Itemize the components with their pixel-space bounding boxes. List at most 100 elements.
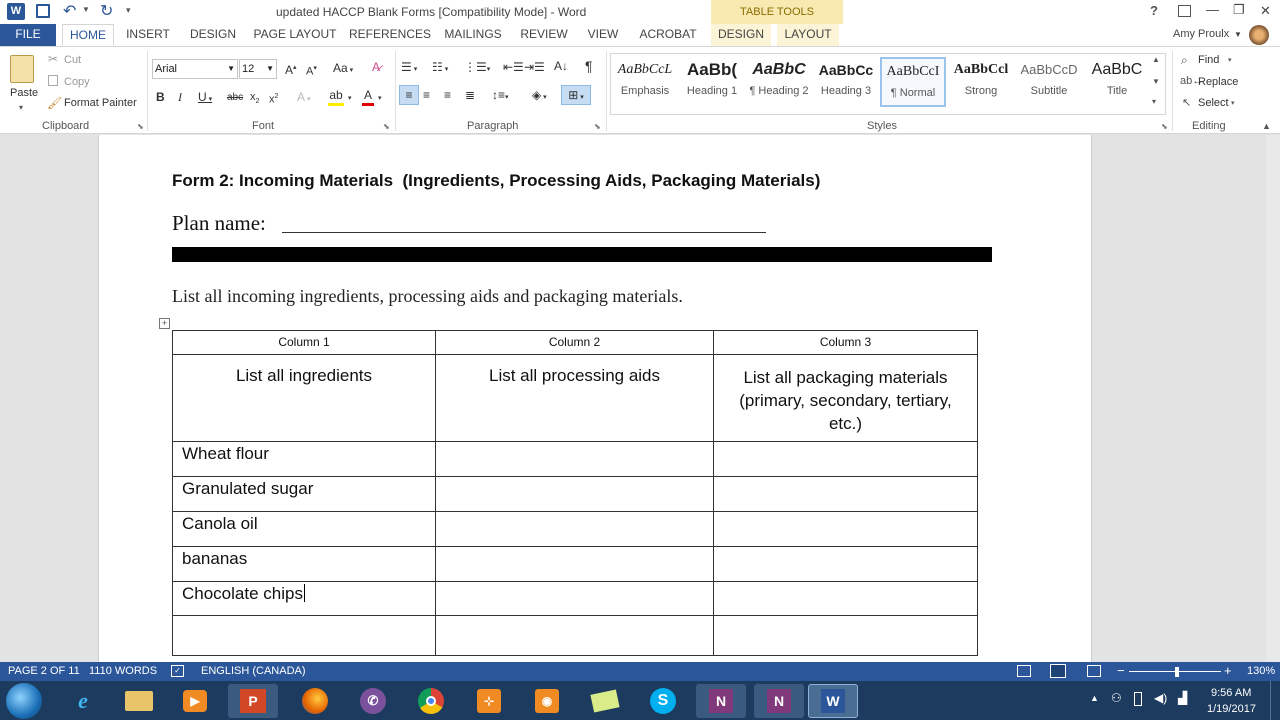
table-cell[interactable] (435, 581, 714, 616)
grow-font-icon[interactable]: A▴ (285, 60, 297, 78)
paste-icon[interactable] (10, 55, 34, 83)
snipping-tool-icon[interactable]: ⊹ (464, 684, 514, 718)
volume-tray-icon[interactable]: ◀) (1154, 691, 1167, 705)
table-cell[interactable]: Granulated sugar (172, 476, 436, 512)
bullets-icon[interactable]: ☰ ▾ (401, 59, 417, 78)
select-dropdown-icon[interactable]: ▾ (1231, 99, 1235, 107)
vertical-scrollbar[interactable] (1266, 135, 1280, 662)
camera-app-icon[interactable]: ◉ (522, 684, 572, 718)
network-tray-icon[interactable]: ⚇ (1111, 691, 1122, 705)
restore-button[interactable]: ❐ (1233, 2, 1245, 18)
print-layout-icon[interactable] (1050, 664, 1066, 678)
word-count[interactable]: 1110 WORDS (89, 665, 157, 677)
tab-insert[interactable]: INSERT (120, 24, 176, 46)
undo-icon[interactable]: ↶ (63, 1, 76, 21)
table-cell[interactable] (172, 615, 436, 656)
find-dropdown-icon[interactable]: ▾ (1228, 56, 1232, 64)
ribbon-display-options-icon[interactable] (1178, 5, 1191, 17)
onenote-2-icon[interactable]: N (754, 684, 804, 718)
table-cell[interactable]: List all processing aids (435, 354, 714, 442)
strikethrough-icon[interactable]: abc (227, 90, 243, 106)
clock-date[interactable]: 1/19/2017 (1207, 703, 1256, 715)
table-cell[interactable] (435, 441, 714, 477)
tab-design[interactable]: DESIGN (184, 24, 242, 46)
numbering-icon[interactable]: ☷ ▾ (432, 59, 448, 78)
user-name[interactable]: Amy Proulx (1173, 28, 1229, 40)
select-button[interactable]: Select (1198, 97, 1229, 109)
style-heading-1[interactable]: AaBb(Heading 1 (679, 57, 745, 107)
table-cell[interactable] (713, 615, 978, 656)
table-cell[interactable]: Column 1 (172, 330, 436, 355)
battery-tray-icon[interactable] (1134, 692, 1142, 706)
signal-tray-icon[interactable]: ▟ (1178, 691, 1187, 705)
style-title[interactable]: AaBbC Title (1084, 57, 1150, 107)
close-button[interactable]: ✕ (1260, 3, 1271, 19)
paste-button[interactable]: Paste (10, 87, 38, 99)
font-family-select[interactable]: Arial ▼ (152, 59, 238, 79)
page-count[interactable]: PAGE 2 OF 11 (8, 665, 80, 677)
font-color-dropdown-icon[interactable]: ▾ (378, 91, 382, 107)
zoom-level[interactable]: 130% (1247, 665, 1275, 677)
table-cell[interactable] (435, 615, 714, 656)
styles-scroll-down-icon[interactable]: ▼ (1152, 77, 1160, 86)
save-icon[interactable] (36, 4, 50, 18)
minimize-button[interactable]: — (1206, 2, 1219, 17)
tab-review[interactable]: REVIEW (514, 24, 574, 46)
table-cell[interactable]: Column 3 (713, 330, 978, 355)
style-emphasis[interactable]: AaBbCcL Emphasis (612, 57, 678, 107)
materials-table[interactable]: Column 1 Column 2 Column 3 List all ingr… (172, 330, 978, 656)
viber-icon[interactable]: ✆ (348, 684, 398, 718)
align-left-icon[interactable]: ≡ (399, 85, 419, 105)
zoom-in-button[interactable]: + (1224, 663, 1232, 678)
show-formatting-marks-icon[interactable]: ¶ (585, 58, 593, 74)
highlight-dropdown-icon[interactable]: ▾ (348, 91, 352, 107)
highlight-color-icon[interactable]: ab (328, 87, 344, 106)
table-move-handle-icon[interactable]: + (159, 318, 170, 329)
avatar[interactable] (1249, 25, 1269, 45)
align-right-icon[interactable]: ≡ (444, 87, 451, 103)
style-subtitle[interactable]: AaBbCcD Subtitle (1016, 57, 1082, 107)
table-cell[interactable] (435, 546, 714, 582)
onenote-icon[interactable]: N (696, 684, 746, 718)
text-effects-icon[interactable]: A ▾ (297, 89, 310, 108)
internet-explorer-icon[interactable]: e (58, 684, 108, 718)
file-explorer-icon[interactable] (114, 684, 164, 718)
clipboard-launcher-icon[interactable]: ⬊ (137, 122, 144, 131)
clear-formatting-icon[interactable]: A̷ (372, 59, 380, 75)
zoom-slider-thumb[interactable] (1175, 667, 1179, 677)
user-dropdown-icon[interactable]: ▼ (1234, 30, 1242, 39)
tab-view[interactable]: VIEW (582, 24, 624, 46)
multilevel-list-icon[interactable]: ⋮☰▾ (464, 59, 490, 78)
table-cell[interactable] (435, 476, 714, 512)
shading-icon[interactable]: ◈ ▾ (532, 87, 547, 106)
table-cell[interactable] (713, 511, 978, 547)
table-cell[interactable]: Chocolate chips (172, 581, 436, 616)
format-painter-button[interactable]: Format Painter (64, 97, 137, 109)
collapse-ribbon-icon[interactable]: ▲ (1262, 121, 1271, 131)
table-cell[interactable]: Canola oil (172, 511, 436, 547)
firefox-icon[interactable] (290, 684, 340, 718)
start-orb-icon[interactable] (6, 683, 42, 719)
document-area[interactable]: Form 2: Incoming Materials (Ingredients,… (0, 135, 1280, 662)
sticky-notes-icon[interactable] (580, 684, 630, 718)
table-cell[interactable] (713, 476, 978, 512)
tab-table-design[interactable]: DESIGN (711, 24, 771, 46)
plan-name-underline[interactable] (282, 232, 766, 233)
media-player-icon[interactable]: ▶ (170, 684, 220, 718)
style-heading-3[interactable]: AaBbCc Heading 3 (813, 57, 879, 107)
align-center-icon[interactable]: ≡ (423, 87, 430, 103)
line-spacing-icon[interactable]: ↕≡▾ (492, 87, 509, 106)
shrink-font-icon[interactable]: A▾ (306, 61, 317, 80)
table-cell[interactable]: Column 2 (435, 330, 714, 355)
copy-button[interactable]: Copy (64, 76, 90, 88)
redo-icon[interactable]: ↻ (100, 1, 113, 21)
subscript-icon[interactable]: x2 (250, 89, 259, 110)
font-color-icon[interactable]: A (362, 87, 374, 106)
sort-icon[interactable]: A↓ (554, 58, 568, 74)
language-indicator[interactable]: ENGLISH (CANADA) (201, 665, 306, 677)
document-page[interactable]: Form 2: Incoming Materials (Ingredients,… (98, 135, 1092, 662)
table-cell[interactable] (713, 441, 978, 477)
font-size-select[interactable]: 12 ▼ (239, 59, 277, 79)
cut-button[interactable]: Cut (64, 54, 81, 66)
zoom-out-button[interactable]: − (1117, 663, 1125, 678)
